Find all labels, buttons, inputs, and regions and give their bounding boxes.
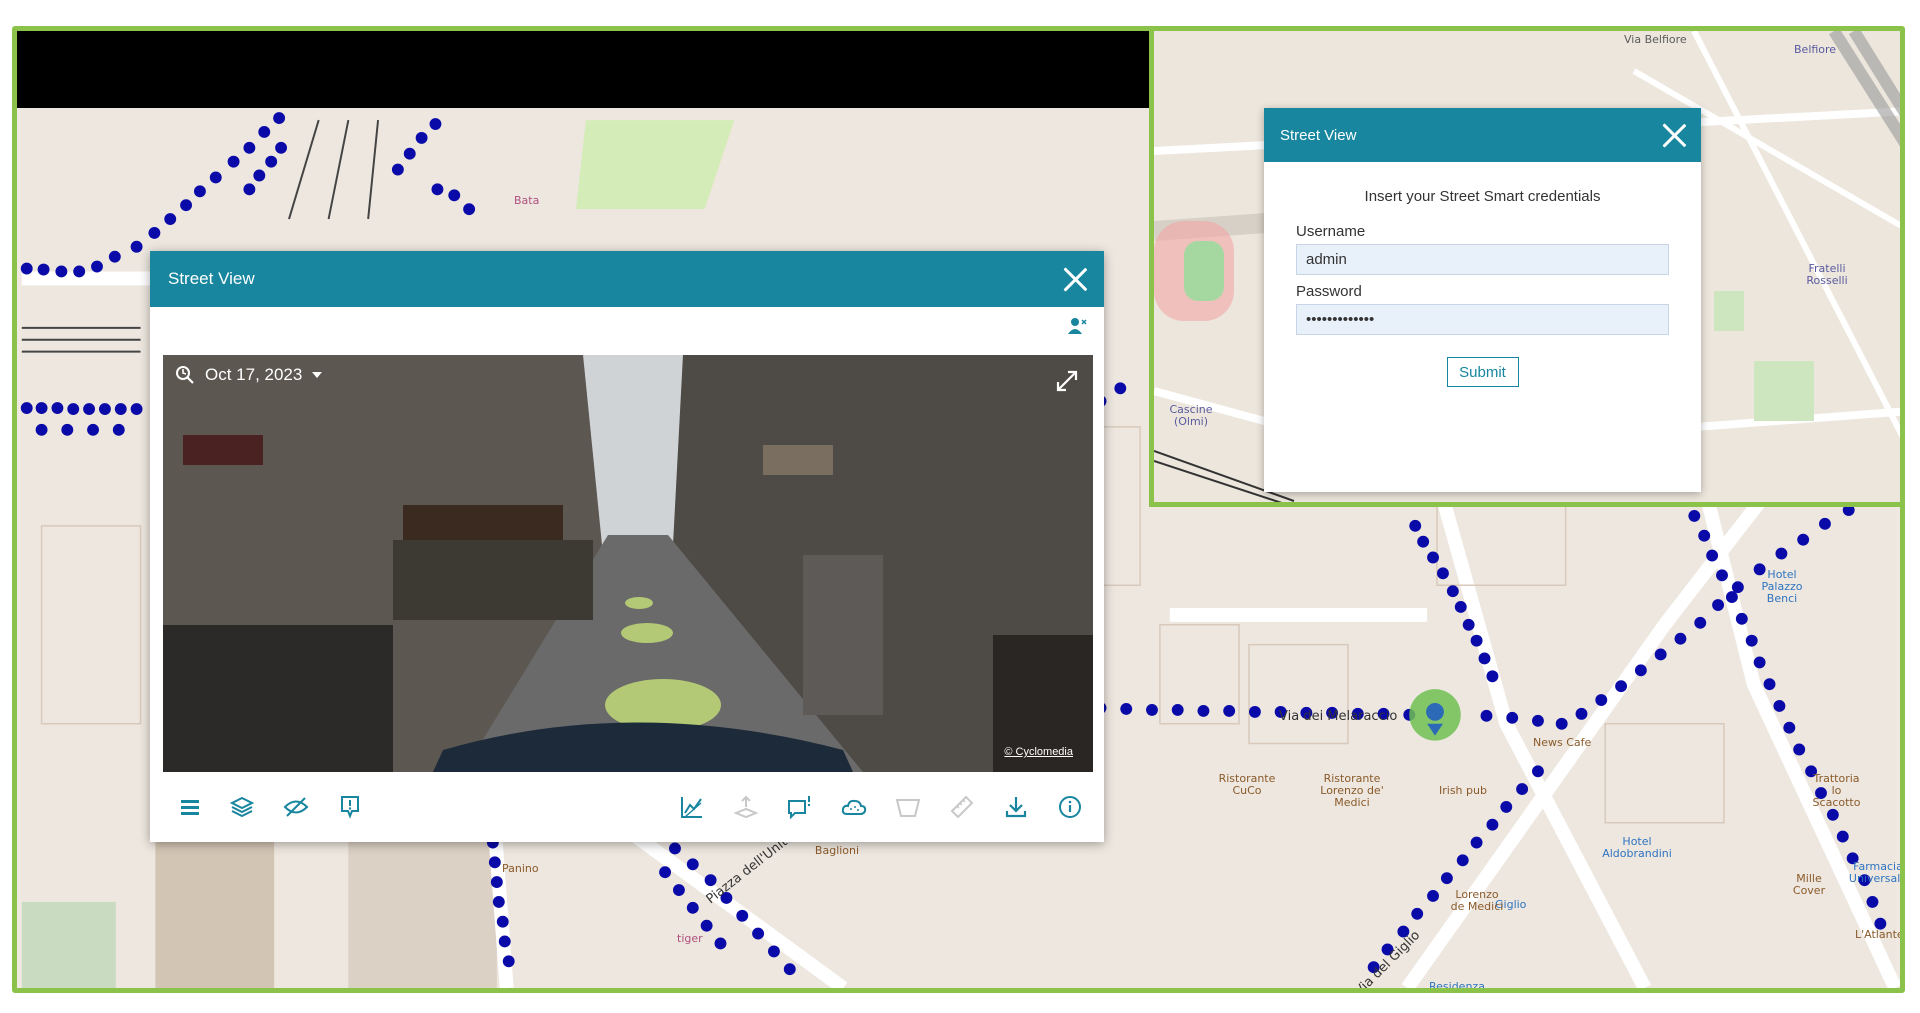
ruler-icon[interactable]: [940, 785, 984, 829]
close-icon[interactable]: [1661, 122, 1687, 148]
poi-label: News Cafe: [1533, 736, 1592, 749]
comment-icon[interactable]: [778, 785, 822, 829]
login-intro: Insert your Street Smart credentials: [1364, 188, 1601, 205]
poi-label: Hotel Aldobrandini: [1602, 835, 1672, 860]
username-field[interactable]: [1296, 244, 1669, 275]
map-frame: Via dei Melaraccio Piazza dell'Unità Via…: [12, 26, 1905, 993]
map-label: Belfiore: [1794, 43, 1837, 56]
close-icon[interactable]: [1062, 266, 1088, 292]
expand-icon[interactable]: [1055, 369, 1079, 393]
login-header: Street View: [1264, 108, 1701, 162]
street-label: Via dei Melaraccio: [1279, 709, 1398, 724]
poi-label: tiger: [677, 932, 703, 945]
poi-label: Bata: [514, 194, 540, 207]
info-icon[interactable]: [1048, 785, 1092, 829]
poi-label: Mille Cover: [1792, 872, 1826, 897]
poi-label: Ristorante Lorenzo de' Medici: [1320, 772, 1384, 809]
report-icon[interactable]: [328, 785, 372, 829]
people-icon[interactable]: [1068, 317, 1088, 340]
video-top-bar: [17, 31, 1149, 108]
map-label: Cascine (Olmi): [1169, 403, 1213, 428]
area-icon[interactable]: [886, 785, 930, 829]
street-view-header: Street View: [150, 251, 1104, 307]
history-icon: [176, 366, 194, 384]
height-icon[interactable]: [724, 785, 768, 829]
layers-icon[interactable]: [220, 785, 264, 829]
street-view-title: Street View: [168, 269, 255, 288]
poi-label: Panino: [502, 862, 539, 875]
street-view-toolbar: [150, 772, 1104, 842]
street-view-subbar: [150, 307, 1104, 355]
download-icon[interactable]: [994, 785, 1038, 829]
chevron-down-icon: [312, 372, 323, 378]
poi-label: Hotel Palazzo Benci: [1761, 568, 1803, 605]
date-label: Oct 17, 2023: [205, 365, 303, 384]
street-panorama[interactable]: Oct 17, 2023 © Cyclomedia: [163, 355, 1093, 772]
surface-icon[interactable]: [670, 785, 714, 829]
cloud-icon[interactable]: [832, 785, 876, 829]
password-label: Password: [1296, 283, 1362, 300]
poi-label: Irish pub: [1439, 784, 1487, 797]
menu-icon[interactable]: [168, 785, 212, 829]
map-label: Fratelli Rosselli: [1806, 262, 1848, 287]
poi-label: Farmacia Universale: [1848, 860, 1905, 885]
poi-label: Trattoria lo Scacotto: [1812, 772, 1861, 809]
street-view-window: Street View Oct 17, 2023 © Cyclomedia: [150, 251, 1104, 842]
username-label: Username: [1296, 223, 1366, 240]
hide-icon[interactable]: [274, 785, 318, 829]
poi-label: Residenza: [1429, 980, 1485, 993]
poi-label: Ristorante CuCo: [1218, 772, 1276, 797]
login-title: Street View: [1280, 126, 1357, 144]
map-label: Via Belfiore: [1624, 33, 1687, 46]
poi-label: Lorenzo de Medici: [1450, 888, 1504, 913]
login-dialog: Street View Insert your Street Smart cre…: [1264, 108, 1701, 492]
submit-button[interactable]: Submit: [1446, 357, 1519, 387]
password-field[interactable]: [1296, 304, 1669, 335]
poi-label: L'Atlante: [1855, 928, 1904, 941]
copyright-link[interactable]: © Cyclomedia: [1004, 746, 1073, 758]
date-selector[interactable]: Oct 17, 2023: [175, 365, 323, 385]
login-body: Insert your Street Smart credentials Use…: [1264, 188, 1701, 387]
